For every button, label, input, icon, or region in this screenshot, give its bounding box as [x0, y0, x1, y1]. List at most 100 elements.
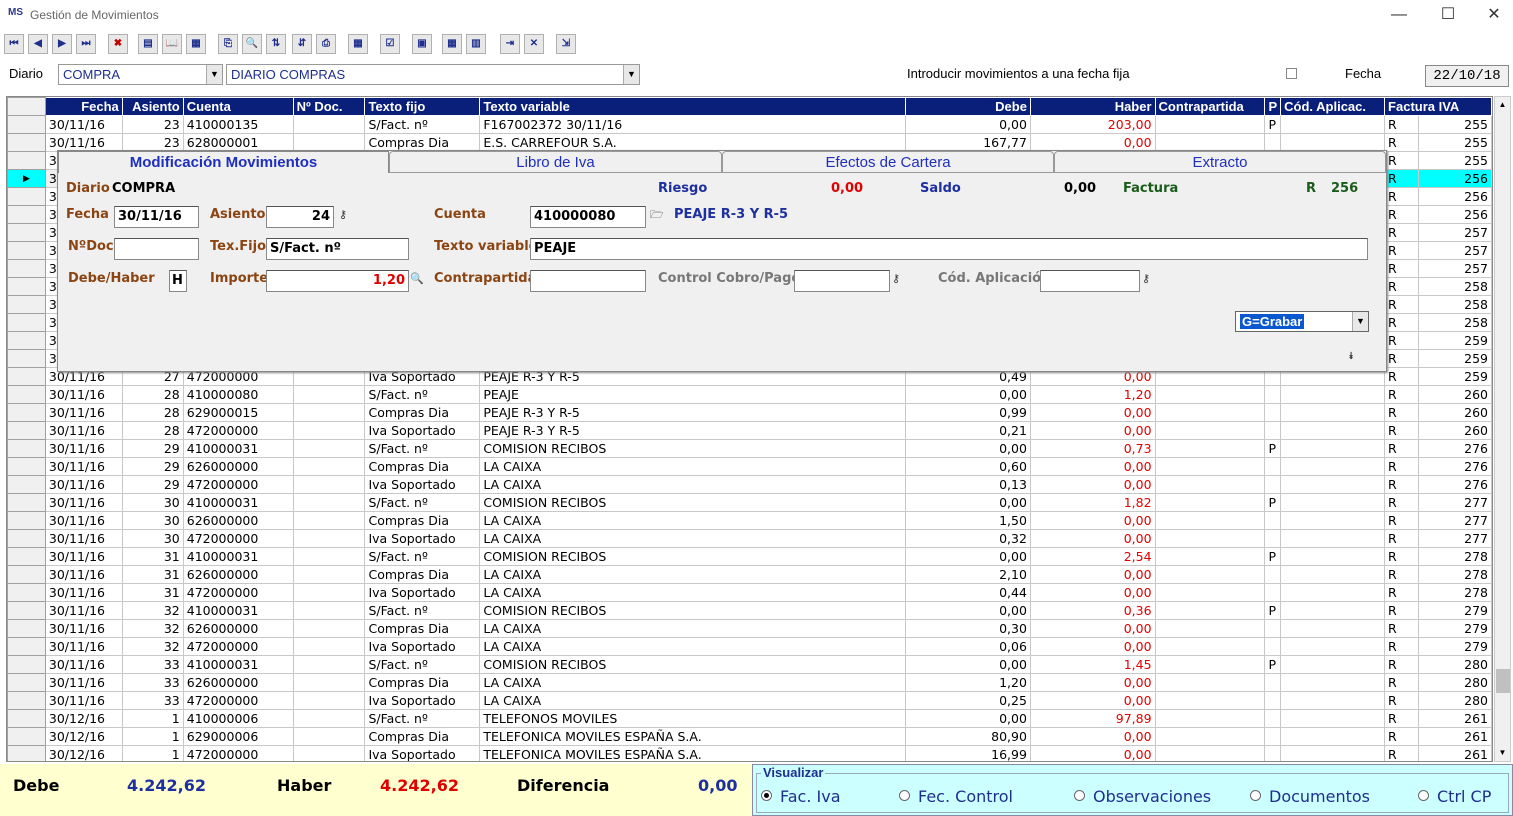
- minimize-button[interactable]: —: [1389, 5, 1409, 25]
- table-row[interactable]: 30/11/16 31 410000031 S/Fact. nº COMISION RE…: [7, 547, 1492, 566]
- search-icon[interactable]: 🔍: [242, 34, 262, 54]
- row-indicator[interactable]: [7, 493, 46, 512]
- row-indicator[interactable]: [7, 187, 46, 206]
- row-pointer-icon[interactable]: ▶: [7, 169, 46, 188]
- last-icon[interactable]: ⏭: [76, 34, 96, 54]
- row-indicator[interactable]: [7, 547, 46, 566]
- table-row[interactable]: 30/11/16 28 472000000 Iva Soportado PEAJE R-…: [7, 421, 1492, 440]
- lookup-icon[interactable]: 🔍: [410, 272, 426, 290]
- tab-modificacion[interactable]: Modificación Movimientos: [58, 151, 389, 173]
- row-indicator[interactable]: [7, 259, 46, 278]
- column-header[interactable]: Texto variable: [479, 97, 907, 116]
- column-header[interactable]: Fecha: [44, 97, 123, 116]
- row-indicator[interactable]: [7, 367, 46, 386]
- chevron-down-icon[interactable]: ▼: [623, 65, 639, 84]
- asiento-input[interactable]: 24: [266, 206, 334, 228]
- radio-observaciones[interactable]: Observaciones: [1074, 787, 1211, 806]
- table-row[interactable]: 30/11/16 32 410000031 S/Fact. nº COMISION RE…: [7, 601, 1492, 620]
- check-icon[interactable]: ☑: [380, 34, 400, 54]
- radio-fac-iva[interactable]: Fac. Iva: [761, 787, 841, 806]
- codaplic-input[interactable]: [1040, 270, 1140, 292]
- column-header[interactable]: P: [1264, 97, 1282, 116]
- scroll-thumb[interactable]: [1496, 669, 1510, 693]
- invoice-icon[interactable]: ▦: [186, 34, 206, 54]
- row-indicator[interactable]: [7, 133, 46, 152]
- row-indicator[interactable]: [7, 583, 46, 602]
- debehaber-input[interactable]: H: [169, 270, 187, 292]
- print-icon[interactable]: ⎙: [316, 34, 336, 54]
- textovar-input[interactable]: PEAJE: [530, 238, 1368, 260]
- table-row[interactable]: 30/11/16 29 410000031 S/Fact. nº COMISION RE…: [7, 439, 1492, 458]
- radio-dot-icon[interactable]: [899, 790, 910, 801]
- tab-libro-iva[interactable]: Libro de Iva: [389, 151, 722, 173]
- table-row[interactable]: 30/11/16 30 626000000 Compras Dia LA CAIXA 1,…: [7, 511, 1492, 530]
- radio-dot-icon[interactable]: [1074, 790, 1085, 801]
- scroll-down-icon[interactable]: ▼: [1495, 745, 1510, 761]
- row-indicator[interactable]: [7, 349, 46, 368]
- importe-input[interactable]: 1,20: [266, 270, 409, 292]
- table-row[interactable]: 30/11/16 33 472000000 Iva Soportado LA CAIXA…: [7, 691, 1492, 710]
- key-icon[interactable]: ⚷: [892, 272, 908, 290]
- diario-name-select[interactable]: DIARIO COMPRAS ▼: [226, 64, 640, 85]
- scroll-up-icon[interactable]: ▲: [1495, 97, 1510, 113]
- radio-documentos[interactable]: Documentos: [1250, 787, 1370, 806]
- chevron-down-icon[interactable]: ▼: [1352, 312, 1368, 331]
- cancel-icon[interactable]: ✕: [524, 34, 544, 54]
- column-header[interactable]: Contrapartida: [1154, 97, 1266, 116]
- row-indicator[interactable]: [7, 637, 46, 656]
- row-indicator[interactable]: [7, 727, 46, 746]
- table-row[interactable]: 30/12/16 1 410000006 S/Fact. nº TELEFONOS MO…: [7, 709, 1492, 728]
- table-row[interactable]: 30/11/16 33 410000031 S/Fact. nº COMISION RE…: [7, 655, 1492, 674]
- table-row[interactable]: 30/11/16 30 472000000 Iva Soportado LA CAIXA…: [7, 529, 1492, 548]
- columns-icon[interactable]: ▥: [466, 34, 486, 54]
- row-indicator[interactable]: [7, 313, 46, 332]
- action-select[interactable]: G=Grabar ▼: [1235, 311, 1369, 332]
- column-header[interactable]: Debe: [905, 97, 1031, 116]
- column-header[interactable]: Factura IVA: [1384, 97, 1492, 116]
- row-indicator[interactable]: [7, 475, 46, 494]
- table-row[interactable]: 30/11/16 32 626000000 Compras Dia LA CAIXA 0,…: [7, 619, 1492, 638]
- table-row[interactable]: 30/11/16 29 626000000 Compras Dia LA CAIXA 0,…: [7, 457, 1492, 476]
- monitor-icon[interactable]: ▣: [412, 34, 432, 54]
- close-button[interactable]: ✕: [1484, 5, 1504, 25]
- row-indicator[interactable]: [7, 457, 46, 476]
- chevron-down-icon[interactable]: ▼: [206, 65, 222, 84]
- row-indicator[interactable]: [7, 223, 46, 242]
- table-row[interactable]: 30/11/16 23 628000001 Compras Dia E.S. CARRE…: [7, 133, 1492, 152]
- table-row[interactable]: 30/12/16 1 472000000 Iva Soportado TELEFONIC…: [7, 745, 1492, 761]
- contrapartida-input[interactable]: [530, 270, 646, 292]
- row-indicator[interactable]: [7, 709, 46, 728]
- table-row[interactable]: 30/12/16 1 629000006 Compras Dia TELEFONICA …: [7, 727, 1492, 746]
- delete-icon[interactable]: ✖: [108, 34, 128, 54]
- row-indicator[interactable]: [7, 745, 46, 761]
- calculator-icon[interactable]: ▦: [348, 34, 368, 54]
- folder-icon[interactable]: 🗁: [650, 206, 666, 224]
- column-header[interactable]: Nº Doc.: [292, 97, 366, 116]
- row-indicator[interactable]: [7, 673, 46, 692]
- row-indicator[interactable]: [7, 295, 46, 314]
- texfijo-input[interactable]: S/Fact. nº: [266, 238, 409, 260]
- row-indicator[interactable]: [7, 511, 46, 530]
- cuenta-input[interactable]: 410000080: [530, 206, 646, 228]
- book-icon[interactable]: 📖: [162, 34, 182, 54]
- report-icon[interactable]: ▤: [138, 34, 158, 54]
- diario-code-select[interactable]: COMPRA ▼: [58, 64, 223, 85]
- row-indicator[interactable]: [7, 439, 46, 458]
- column-header[interactable]: Cód. Aplicac.: [1280, 97, 1386, 116]
- table-row[interactable]: 30/11/16 23 410000135 S/Fact. nº F167002372 …: [7, 115, 1492, 134]
- calc2-icon[interactable]: ▦: [442, 34, 462, 54]
- table-row[interactable]: 30/11/16 28 410000080 S/Fact. nº PEAJE 0,00 1,…: [7, 385, 1492, 404]
- grid-scrollbar[interactable]: ▲ ▼: [1494, 96, 1511, 762]
- sort-desc-icon[interactable]: ⇵: [292, 34, 312, 54]
- tab-extracto[interactable]: Extracto: [1054, 151, 1386, 173]
- row-indicator[interactable]: [7, 151, 46, 170]
- column-header[interactable]: Asiento: [121, 97, 184, 116]
- table-row[interactable]: 30/11/16 29 472000000 Iva Soportado LA CAIXA…: [7, 475, 1492, 494]
- row-indicator[interactable]: [7, 601, 46, 620]
- ndoc-input[interactable]: [114, 238, 199, 260]
- table-row[interactable]: 30/11/16 31 472000000 Iva Soportado LA CAIXA…: [7, 583, 1492, 602]
- radio-dot-icon[interactable]: [761, 790, 772, 801]
- row-indicator[interactable]: [7, 241, 46, 260]
- expand-down-icon[interactable]: ⯯: [1348, 351, 1364, 369]
- copy-icon[interactable]: ⎘: [218, 34, 238, 54]
